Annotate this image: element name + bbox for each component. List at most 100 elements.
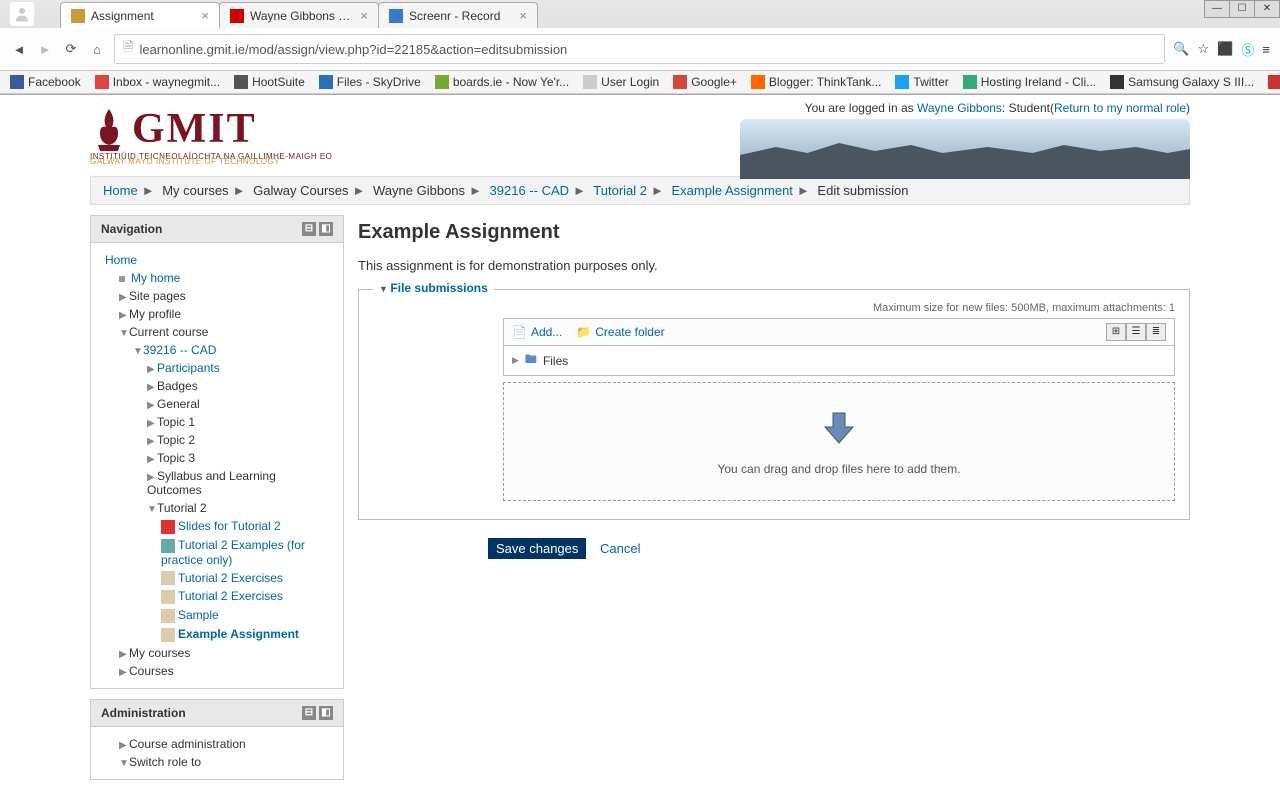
nav-item[interactable]: My courses	[129, 646, 190, 660]
nav-item[interactable]: Participants	[157, 361, 220, 375]
nav-item[interactable]: Tutorial 2 Examples (for practice only)	[161, 538, 305, 567]
breadcrumb-link[interactable]: Example Assignment	[672, 183, 793, 198]
nav-course-link[interactable]: 39216 -- CAD	[143, 343, 216, 357]
collapse-icon[interactable]: ▼	[119, 328, 129, 339]
nav-item[interactable]: Site pages	[129, 289, 186, 303]
expand-icon[interactable]: ▶	[147, 400, 157, 411]
nav-item-current[interactable]: Example Assignment	[178, 627, 299, 641]
expand-icon[interactable]: ▶	[119, 292, 129, 303]
skype-icon[interactable]: Ⓢ	[1241, 40, 1254, 59]
tab-close-icon[interactable]: ×	[360, 8, 368, 23]
nav-item[interactable]: Topic 3	[157, 451, 195, 465]
back-button[interactable]: ◄	[10, 40, 28, 58]
user-link[interactable]: Wayne Gibbons	[917, 101, 1002, 115]
url-bar[interactable]: 🗎 learnonline.gmit.ie/mod/assign/view.ph…	[114, 34, 1165, 64]
return-role-link[interactable]: Return to my normal role	[1054, 101, 1186, 115]
bookmark-item[interactable]: Google+	[673, 75, 737, 89]
gmit-logo[interactable]: GMIT INSTITIÚID TEICNEOLAÍOCHTA NA GAILL…	[90, 95, 332, 176]
bookmark-item[interactable]: Twitter	[895, 75, 948, 89]
expand-icon[interactable]: ▶	[119, 649, 129, 660]
tab-close-icon[interactable]: ×	[519, 8, 527, 23]
search-icon[interactable]: 🔍	[1173, 41, 1189, 57]
collapse-icon[interactable]: ▼	[147, 504, 157, 515]
collapse-icon[interactable]: ▼	[119, 758, 129, 769]
bookmark-item[interactable]: Blogger: ThinkTank...	[751, 75, 882, 89]
breadcrumb: Home► My courses► Galway Courses► Wayne …	[90, 176, 1190, 205]
cancel-link[interactable]: Cancel	[600, 541, 640, 556]
nav-item[interactable]: Topic 1	[157, 415, 195, 429]
expand-icon[interactable]: ▶	[119, 310, 129, 321]
bookmark-item[interactable]: Inbox - waynegmit...	[95, 75, 220, 89]
expand-icon[interactable]: ▶	[512, 355, 519, 366]
folder-icon	[161, 539, 175, 553]
assignment-description: This assignment is for demonstration pur…	[358, 258, 1190, 273]
browser-tab[interactable]: Assignment ×	[60, 2, 220, 28]
bookmark-item[interactable]: Samsung Galaxy S III...	[1110, 75, 1254, 89]
bookmark-item[interactable]: Hosting Ireland - Cli...	[963, 75, 1096, 89]
nav-item[interactable]: Syllabus and Learning Outcomes	[147, 469, 276, 497]
nav-item[interactable]: My profile	[129, 307, 181, 321]
expand-icon[interactable]: ▶	[147, 382, 157, 393]
tab-close-icon[interactable]: ×	[201, 8, 209, 23]
star-icon[interactable]: ☆	[1198, 41, 1210, 57]
view-tree-button[interactable]: ≣	[1146, 323, 1166, 341]
file-submissions-fieldset: File submissions Maximum size for new fi…	[358, 289, 1190, 520]
nav-item[interactable]: Tutorial 2 Exercises	[178, 589, 283, 603]
forward-button[interactable]: ►	[36, 40, 54, 58]
nav-item[interactable]: Topic 2	[157, 433, 195, 447]
expand-icon[interactable]: ▶	[147, 436, 157, 447]
page-icon: 🗎	[123, 38, 133, 60]
bookmark-item[interactable]: Files - SkyDrive	[319, 75, 421, 89]
block-dock-icon[interactable]: ◧	[319, 706, 333, 720]
folder-icon: 📁	[576, 325, 591, 339]
nav-item[interactable]: Tutorial 2 Exercises	[178, 571, 283, 585]
menu-icon[interactable]: ≡	[1262, 42, 1270, 57]
file-dropzone[interactable]: You can drag and drop files here to add …	[503, 382, 1175, 501]
nav-item[interactable]: My home	[131, 271, 180, 285]
expand-icon[interactable]: ▶	[119, 740, 129, 751]
file-path-bar[interactable]: ▶ 🖿 Files	[503, 346, 1175, 376]
block-hide-icon[interactable]: ⊟	[302, 706, 316, 720]
bookmark-item[interactable]: Facebook	[10, 75, 81, 89]
nav-item[interactable]: Course administration	[129, 737, 246, 751]
collapse-icon[interactable]: ▼	[133, 346, 143, 357]
block-hide-icon[interactable]: ⊟	[302, 222, 316, 236]
bookmark-item[interactable]: Pulse	[1268, 75, 1280, 89]
expand-icon[interactable]: ▶	[119, 667, 129, 678]
expand-icon[interactable]: ▶	[147, 454, 157, 465]
nav-item[interactable]: Sample	[178, 608, 219, 622]
nav-item[interactable]: Tutorial 2	[157, 501, 207, 515]
breadcrumb-link[interactable]: Tutorial 2	[593, 183, 647, 198]
nav-home[interactable]: Home	[105, 253, 137, 267]
reload-button[interactable]: ⟳	[62, 40, 80, 58]
save-button[interactable]: Save changes	[488, 538, 586, 559]
fieldset-legend[interactable]: File submissions	[373, 281, 494, 295]
extension-icon[interactable]: ⬛	[1217, 41, 1233, 57]
bookmark-item[interactable]: boards.ie - Now Ye'r...	[435, 75, 569, 89]
browser-tab[interactable]: Screenr - Record ×	[378, 2, 538, 28]
chrome-avatar-icon[interactable]	[10, 2, 34, 26]
create-folder-button[interactable]: 📁 Create folder	[576, 325, 664, 339]
bookmark-item[interactable]: HootSuite	[234, 75, 305, 89]
tab-label: Screenr - Record	[409, 9, 513, 23]
nav-item[interactable]: Current course	[129, 325, 208, 339]
view-list-button[interactable]: ☰	[1126, 323, 1146, 341]
expand-icon[interactable]: ▶	[147, 418, 157, 429]
home-button[interactable]: ⌂	[88, 40, 106, 58]
nav-item[interactable]: Switch role to	[129, 755, 201, 769]
expand-icon[interactable]: ▶	[147, 364, 157, 375]
block-dock-icon[interactable]: ◧	[319, 222, 333, 236]
nav-item[interactable]: Slides for Tutorial 2	[178, 519, 281, 533]
browser-tab[interactable]: Wayne Gibbons GMIT - Y ×	[219, 2, 379, 28]
add-file-button[interactable]: 📄 Add...	[512, 325, 562, 339]
breadcrumb-link[interactable]: 39216 -- CAD	[490, 183, 569, 198]
url-text: learnonline.gmit.ie/mod/assign/view.php?…	[139, 42, 567, 57]
nav-item[interactable]: Badges	[157, 379, 198, 393]
nav-item[interactable]: Courses	[129, 664, 174, 678]
breadcrumb-link[interactable]: Home	[103, 183, 138, 198]
expand-icon[interactable]: ▶	[147, 472, 157, 483]
nav-item[interactable]: General	[157, 397, 200, 411]
bookmark-item[interactable]: User Login	[583, 75, 659, 89]
navigation-block: Navigation ⊟ ◧ Home My home ▶Site pages …	[90, 215, 344, 689]
view-icons-button[interactable]: ⊞	[1106, 323, 1126, 341]
